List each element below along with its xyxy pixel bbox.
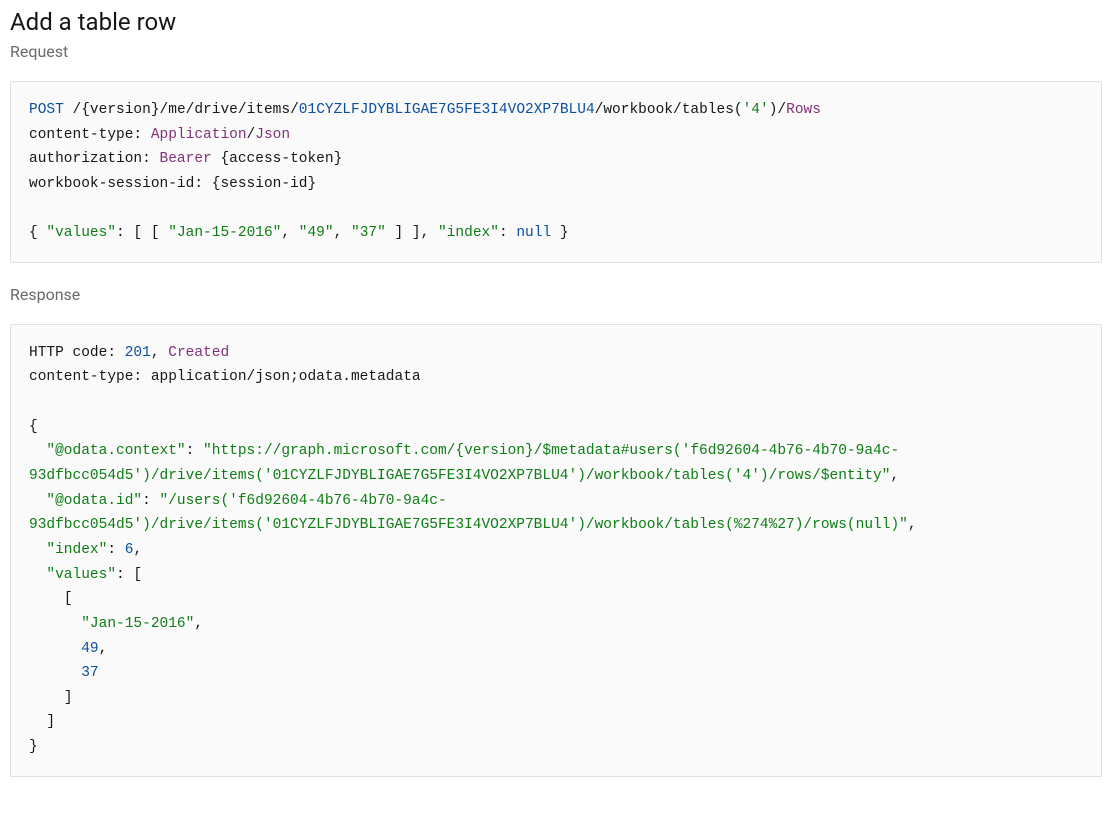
code-text: , xyxy=(151,345,168,361)
table-id: '4' xyxy=(743,102,769,118)
code-text: : xyxy=(499,225,516,241)
header-name: content-type xyxy=(29,127,133,143)
json-key: "index" xyxy=(438,225,499,241)
request-code-block: POST /{version}/me/drive/items/01CYZLFJD… xyxy=(10,81,1102,263)
code-text: / xyxy=(290,102,299,118)
json-key: "values" xyxy=(46,225,116,241)
code-text: ] xyxy=(64,690,73,706)
code-text: : xyxy=(142,151,159,167)
header-name: workbook-session-id xyxy=(29,176,194,192)
path-segment: Rows xyxy=(786,102,821,118)
code-text: , xyxy=(133,542,142,558)
code-text: )/ xyxy=(769,102,786,118)
http-method: POST xyxy=(29,102,64,118)
json-value: 37 xyxy=(81,665,98,681)
header-value: Json xyxy=(255,127,290,143)
code-text: } xyxy=(334,151,343,167)
code-text: ( xyxy=(734,102,743,118)
code-text: code: xyxy=(64,345,125,361)
request-label: Request xyxy=(10,42,1102,61)
json-value: "Jan-15-2016" xyxy=(168,225,281,241)
code-text: / xyxy=(247,127,256,143)
response-code-block: HTTP code: 201, Created content-type: ap… xyxy=(10,324,1102,777)
code-text: ; xyxy=(290,369,299,385)
json-key: "@odata.context" xyxy=(46,443,185,459)
code-text: }/ xyxy=(151,102,168,118)
header-value: application xyxy=(151,369,247,385)
header-value: Bearer xyxy=(160,151,212,167)
json-value: "Jan-15-2016" xyxy=(81,616,194,632)
json-null: null xyxy=(516,225,551,241)
section-heading: Add a table row xyxy=(10,8,1102,36)
code-text: : [ xyxy=(116,567,142,583)
code-text: ] ], xyxy=(386,225,438,241)
header-name: authorization xyxy=(29,151,142,167)
code-text: / xyxy=(247,369,256,385)
code-text: } xyxy=(29,739,38,755)
header-value: odata xyxy=(299,369,343,385)
code-text: : xyxy=(142,493,159,509)
header-session-id: session-id xyxy=(220,176,307,192)
json-value: "37" xyxy=(351,225,386,241)
code-text: ] xyxy=(46,714,55,730)
code-text: . xyxy=(342,369,351,385)
json-key: "values" xyxy=(46,567,116,583)
code-text: { xyxy=(212,151,229,167)
code-text: version xyxy=(90,102,151,118)
header-value: json xyxy=(255,369,290,385)
code-text: { xyxy=(29,225,46,241)
path-segment: workbook xyxy=(603,102,673,118)
code-text: , xyxy=(908,517,917,533)
code-text: } xyxy=(551,225,568,241)
header-token: access-token xyxy=(229,151,333,167)
http-status-text: Created xyxy=(168,345,229,361)
code-text: { xyxy=(29,419,38,435)
header-value: metadata xyxy=(351,369,421,385)
code-text: : xyxy=(107,542,124,558)
header-value: Application xyxy=(151,127,247,143)
code-text: /{ xyxy=(64,102,90,118)
json-value: "/users('f6d92604-4b76-4b70-9a4c-93dfbcc… xyxy=(29,493,908,534)
code-text: : xyxy=(133,127,150,143)
json-key: "index" xyxy=(46,542,107,558)
code-text: , xyxy=(281,225,298,241)
item-id: 01CYZLFJDYBLIGAE7G5FE3I4VO2XP7BLU4 xyxy=(299,102,595,118)
json-value: "49" xyxy=(299,225,334,241)
code-text: / xyxy=(238,102,247,118)
code-text: , xyxy=(890,468,899,484)
code-text: : [ [ xyxy=(116,225,168,241)
code-text: : xyxy=(186,443,203,459)
code-text: , xyxy=(194,616,203,632)
path-segment: me xyxy=(168,102,185,118)
code-text: [ xyxy=(64,591,73,607)
path-segment: tables xyxy=(682,102,734,118)
code-text: , xyxy=(99,641,108,657)
code-text: content-type: xyxy=(29,369,151,385)
code-text: HTTP xyxy=(29,345,64,361)
code-text: , xyxy=(334,225,351,241)
json-key: "@odata.id" xyxy=(46,493,142,509)
code-text: : { xyxy=(194,176,220,192)
path-segment: items xyxy=(247,102,291,118)
code-text: } xyxy=(307,176,316,192)
path-segment: drive xyxy=(194,102,238,118)
http-status-code: 201 xyxy=(125,345,151,361)
code-text: / xyxy=(673,102,682,118)
response-label: Response xyxy=(10,285,1102,304)
json-value: 49 xyxy=(81,641,98,657)
